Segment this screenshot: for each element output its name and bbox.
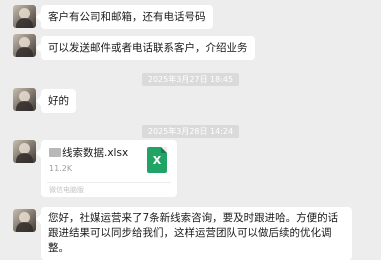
divider xyxy=(47,182,171,183)
file-source: 微信电脑版 xyxy=(49,186,84,194)
excel-file-icon: X xyxy=(147,147,167,173)
timestamp: 2025年3月27日 18:45 xyxy=(0,67,381,86)
message-bubble[interactable]: 客户有公司和邮箱，还有电话号码 xyxy=(36,5,213,29)
timestamp-text: 2025年3月27日 18:45 xyxy=(141,73,240,86)
message-bubble[interactable]: 好的 xyxy=(36,89,76,113)
avatar[interactable] xyxy=(13,209,36,232)
timestamp-text: 2025年3月28日 14:24 xyxy=(141,125,240,138)
avatar[interactable] xyxy=(13,5,36,28)
message-bubble[interactable]: 您好，社媒运营来了7条新线索咨询，要及时跟进哈。方便的话跟进结果可以同步给我们，… xyxy=(36,207,352,260)
avatar[interactable] xyxy=(13,88,36,111)
redacted-text xyxy=(49,148,61,157)
avatar[interactable] xyxy=(13,34,36,57)
file-name: 线索数据.xlsx xyxy=(62,147,129,159)
file-card[interactable]: 线索数据.xlsx 11.2K X 微信电脑版 xyxy=(36,140,177,197)
timestamp: 2025年3月28日 14:24 xyxy=(0,119,381,138)
file-name-row: 线索数据.xlsx xyxy=(49,146,128,160)
message-bubble[interactable]: 可以发送邮件或者电话联系客户，介绍业务 xyxy=(36,36,255,60)
file-size: 11.2K xyxy=(49,164,73,173)
avatar[interactable] xyxy=(13,140,36,163)
